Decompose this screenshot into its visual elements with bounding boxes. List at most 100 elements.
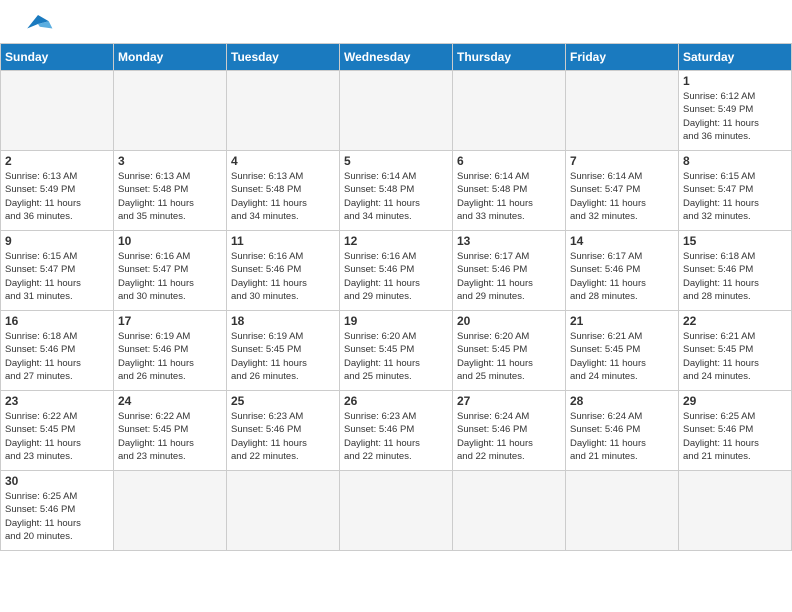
day-info: Sunrise: 6:18 AMSunset: 5:46 PMDaylight:… (683, 250, 787, 303)
day-number: 24 (118, 394, 222, 408)
day-number: 27 (457, 394, 561, 408)
day-info: Sunrise: 6:12 AMSunset: 5:49 PMDaylight:… (683, 90, 787, 143)
day-number: 7 (570, 154, 674, 168)
day-info: Sunrise: 6:14 AMSunset: 5:48 PMDaylight:… (344, 170, 448, 223)
day-info: Sunrise: 6:16 AMSunset: 5:46 PMDaylight:… (344, 250, 448, 303)
calendar-day: 25 Sunrise: 6:23 AMSunset: 5:46 PMDayligh… (227, 391, 340, 471)
day-number: 23 (5, 394, 109, 408)
day-number: 17 (118, 314, 222, 328)
day-info: Sunrise: 6:15 AMSunset: 5:47 PMDaylight:… (683, 170, 787, 223)
calendar-day: 24 Sunrise: 6:22 AMSunset: 5:45 PMDayligh… (114, 391, 227, 471)
calendar-day: 7 Sunrise: 6:14 AMSunset: 5:47 PMDaylight… (566, 151, 679, 231)
calendar-day: 30 Sunrise: 6:25 AMSunset: 5:46 PMDayligh… (1, 471, 114, 551)
empty-day (227, 71, 340, 151)
day-info: Sunrise: 6:17 AMSunset: 5:46 PMDaylight:… (457, 250, 561, 303)
day-info: Sunrise: 6:21 AMSunset: 5:45 PMDaylight:… (683, 330, 787, 383)
day-number: 16 (5, 314, 109, 328)
day-number: 2 (5, 154, 109, 168)
day-info: Sunrise: 6:19 AMSunset: 5:45 PMDaylight:… (231, 330, 335, 383)
day-number: 6 (457, 154, 561, 168)
day-of-week-header: Sunday (1, 44, 114, 71)
day-number: 15 (683, 234, 787, 248)
day-number: 22 (683, 314, 787, 328)
calendar-day: 11Sunrise: 6:16 AMSunset: 5:46 PMDayligh… (227, 231, 340, 311)
calendar-day: 4Sunrise: 6:13 AMSunset: 5:48 PMDaylight… (227, 151, 340, 231)
calendar-day: 15 Sunrise: 6:18 AMSunset: 5:46 PMDayligh… (679, 231, 792, 311)
day-of-week-header: Wednesday (340, 44, 453, 71)
day-of-week-header: Tuesday (227, 44, 340, 71)
day-info: Sunrise: 6:14 AMSunset: 5:48 PMDaylight:… (457, 170, 561, 223)
day-number: 1 (683, 74, 787, 88)
day-of-week-header: Monday (114, 44, 227, 71)
calendar-day: 23Sunrise: 6:22 AMSunset: 5:45 PMDayligh… (1, 391, 114, 471)
empty-day (114, 471, 227, 551)
calendar-day: 17 Sunrise: 6:19 AMSunset: 5:46 PMDayligh… (114, 311, 227, 391)
day-number: 14 (570, 234, 674, 248)
calendar-day: 20 Sunrise: 6:20 AMSunset: 5:45 PMDayligh… (453, 311, 566, 391)
day-number: 20 (457, 314, 561, 328)
empty-day (679, 471, 792, 551)
calendar-day: 6 Sunrise: 6:14 AMSunset: 5:48 PMDaylight… (453, 151, 566, 231)
calendar-day: 16 Sunrise: 6:18 AMSunset: 5:46 PMDayligh… (1, 311, 114, 391)
calendar-day: 19 Sunrise: 6:20 AMSunset: 5:45 PMDayligh… (340, 311, 453, 391)
day-info: Sunrise: 6:24 AMSunset: 5:46 PMDaylight:… (570, 410, 674, 463)
day-number: 5 (344, 154, 448, 168)
day-number: 25 (231, 394, 335, 408)
day-number: 19 (344, 314, 448, 328)
day-info: Sunrise: 6:23 AMSunset: 5:46 PMDaylight:… (344, 410, 448, 463)
calendar-day: 1 Sunrise: 6:12 AMSunset: 5:49 PMDaylight… (679, 71, 792, 151)
calendar-day: 29 Sunrise: 6:25 AMSunset: 5:46 PMDayligh… (679, 391, 792, 471)
day-number: 29 (683, 394, 787, 408)
day-number: 10 (118, 234, 222, 248)
day-number: 18 (231, 314, 335, 328)
calendar-day: 28 Sunrise: 6:24 AMSunset: 5:46 PMDayligh… (566, 391, 679, 471)
calendar-day: 5 Sunrise: 6:14 AMSunset: 5:48 PMDaylight… (340, 151, 453, 231)
calendar-day: 3 Sunrise: 6:13 AMSunset: 5:48 PMDaylight… (114, 151, 227, 231)
day-info: Sunrise: 6:21 AMSunset: 5:45 PMDaylight:… (570, 330, 674, 383)
day-info: Sunrise: 6:22 AMSunset: 5:45 PMDaylight:… (118, 410, 222, 463)
day-info: Sunrise: 6:14 AMSunset: 5:47 PMDaylight:… (570, 170, 674, 223)
day-info: Sunrise: 6:20 AMSunset: 5:45 PMDaylight:… (457, 330, 561, 383)
empty-day (566, 71, 679, 151)
day-info: Sunrise: 6:25 AMSunset: 5:46 PMDaylight:… (5, 490, 109, 543)
calendar-day: 27 Sunrise: 6:24 AMSunset: 5:46 PMDayligh… (453, 391, 566, 471)
calendar-day: 12 Sunrise: 6:16 AMSunset: 5:46 PMDayligh… (340, 231, 453, 311)
day-of-week-header: Friday (566, 44, 679, 71)
day-number: 9 (5, 234, 109, 248)
empty-day (1, 71, 114, 151)
empty-day (340, 71, 453, 151)
calendar-day: 9 Sunrise: 6:15 AMSunset: 5:47 PMDaylight… (1, 231, 114, 311)
day-info: Sunrise: 6:13 AMSunset: 5:48 PMDaylight:… (118, 170, 222, 223)
day-info: Sunrise: 6:17 AMSunset: 5:46 PMDaylight:… (570, 250, 674, 303)
calendar-day: 14 Sunrise: 6:17 AMSunset: 5:46 PMDayligh… (566, 231, 679, 311)
day-number: 21 (570, 314, 674, 328)
logo (20, 10, 60, 38)
empty-day (227, 471, 340, 551)
calendar-day: 10Sunrise: 6:16 AMSunset: 5:47 PMDayligh… (114, 231, 227, 311)
empty-day (566, 471, 679, 551)
day-number: 4 (231, 154, 335, 168)
day-number: 3 (118, 154, 222, 168)
calendar-day: 22 Sunrise: 6:21 AMSunset: 5:45 PMDayligh… (679, 311, 792, 391)
calendar-day: 21 Sunrise: 6:21 AMSunset: 5:45 PMDayligh… (566, 311, 679, 391)
day-info: Sunrise: 6:20 AMSunset: 5:45 PMDaylight:… (344, 330, 448, 383)
day-info: Sunrise: 6:13 AMSunset: 5:49 PMDaylight:… (5, 170, 109, 223)
day-number: 30 (5, 474, 109, 488)
day-info: Sunrise: 6:19 AMSunset: 5:46 PMDaylight:… (118, 330, 222, 383)
day-of-week-header: Saturday (679, 44, 792, 71)
day-info: Sunrise: 6:15 AMSunset: 5:47 PMDaylight:… (5, 250, 109, 303)
calendar-day: 26 Sunrise: 6:23 AMSunset: 5:46 PMDayligh… (340, 391, 453, 471)
empty-day (453, 471, 566, 551)
day-number: 11 (231, 234, 335, 248)
empty-day (453, 71, 566, 151)
calendar: SundayMondayTuesdayWednesdayThursdayFrid… (0, 43, 792, 551)
day-info: Sunrise: 6:23 AMSunset: 5:46 PMDaylight:… (231, 410, 335, 463)
day-info: Sunrise: 6:24 AMSunset: 5:46 PMDaylight:… (457, 410, 561, 463)
day-info: Sunrise: 6:18 AMSunset: 5:46 PMDaylight:… (5, 330, 109, 383)
day-number: 12 (344, 234, 448, 248)
calendar-day: 18 Sunrise: 6:19 AMSunset: 5:45 PMDayligh… (227, 311, 340, 391)
day-of-week-header: Thursday (453, 44, 566, 71)
day-info: Sunrise: 6:25 AMSunset: 5:46 PMDaylight:… (683, 410, 787, 463)
day-number: 26 (344, 394, 448, 408)
day-number: 28 (570, 394, 674, 408)
